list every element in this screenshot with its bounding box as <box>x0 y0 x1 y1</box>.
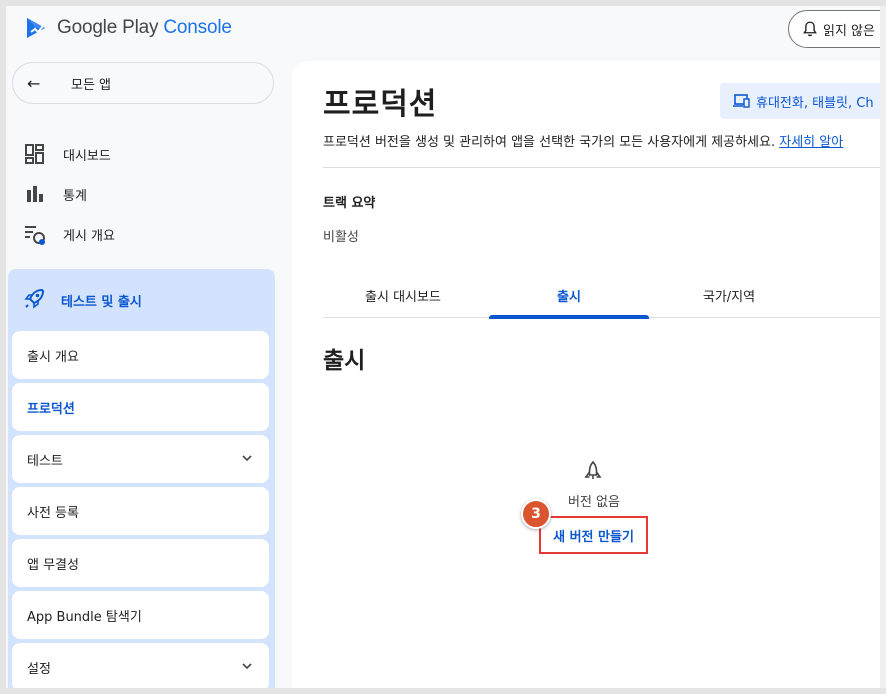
device-chip-label: 휴대전화, 태블릿, Ch <box>756 95 874 111</box>
sidebar-item-settings[interactable]: 설정 <box>12 643 269 688</box>
main-content: 프로덕션 휴대전화, 태블릿, Ch 프로덕션 버전을 생성 및 관리하여 앱을… <box>292 61 886 688</box>
bell-icon <box>803 21 817 37</box>
google-play-console-logo[interactable]: Google Play Console <box>24 16 232 40</box>
sidebar-section-test-and-release: 테스트 및 출시 출시 개요 프로덕션 테스트 사전 등록 앱 무결성 App … <box>8 269 275 688</box>
sub-item-label: App Bundle 탐색기 <box>27 609 142 625</box>
rocket-outline-icon <box>584 460 602 479</box>
section-label: 테스트 및 출시 <box>61 294 142 310</box>
sub-item-label: 프로덕션 <box>27 401 75 417</box>
sidebar-item-production[interactable]: 프로덕션 <box>12 383 269 431</box>
create-new-release-button[interactable]: 새 버전 만들기 <box>539 516 648 554</box>
unread-notifications-button[interactable]: 읽지 않은 <box>788 10 886 48</box>
sub-item-label: 앱 무결성 <box>27 557 79 573</box>
play-console-logo-icon <box>27 18 45 38</box>
sidebar-item-label: 대시보드 <box>63 148 111 164</box>
sidebar-item-release-overview[interactable]: 출시 개요 <box>12 331 269 379</box>
chevron-down-icon <box>242 455 252 462</box>
publishing-overview-icon <box>24 223 46 245</box>
releases-heading: 출시 <box>323 348 366 374</box>
sidebar-item-app-integrity[interactable]: 앱 무결성 <box>12 539 269 587</box>
track-summary-title: 트랙 요약 <box>323 196 376 211</box>
back-button-label: 모든 앱 <box>71 77 112 93</box>
description-text: 프로덕션 버전을 생성 및 관리하여 앱을 선택한 국가의 모든 사용자에게 제… <box>323 135 776 150</box>
arrow-back-icon: ← <box>27 73 41 93</box>
sidebar-item-test-and-release[interactable]: 테스트 및 출시 <box>24 287 142 313</box>
dashboard-icon <box>24 143 46 165</box>
sub-item-label: 설정 <box>27 661 51 677</box>
devices-icon <box>733 94 750 108</box>
sidebar-item-testing[interactable]: 테스트 <box>12 435 269 483</box>
logo-text-google-play: Google Play <box>57 17 159 38</box>
device-filter-chip[interactable]: 휴대전화, 태블릿, Ch <box>720 83 886 119</box>
divider <box>323 167 886 168</box>
chevron-down-icon <box>242 663 252 670</box>
rocket-icon <box>24 287 46 313</box>
sidebar-item-statistics[interactable]: 통계 <box>24 182 87 206</box>
empty-state-text: 버전 없음 <box>568 495 620 510</box>
sub-item-label: 출시 개요 <box>27 349 79 365</box>
top-bar: Google Play Console 읽지 않은 <box>6 6 886 54</box>
logo-text-console: Console <box>163 17 232 38</box>
bar-chart-icon <box>24 183 46 205</box>
sub-item-label: 테스트 <box>27 453 63 469</box>
sidebar-item-app-bundle-explorer[interactable]: App Bundle 탐색기 <box>12 591 269 639</box>
track-status: 비활성 <box>323 230 359 245</box>
tab-releases[interactable]: 출시 <box>489 283 649 319</box>
app-window: Google Play Console 읽지 않은 ← 모든 앱 대시보드 통계 <box>0 0 886 694</box>
sidebar-item-pre-registration[interactable]: 사전 등록 <box>12 487 269 535</box>
window-edge <box>880 6 886 688</box>
step-number-badge: 3 <box>521 499 551 529</box>
sidebar-item-label: 통계 <box>63 188 87 204</box>
sub-item-label: 사전 등록 <box>27 505 79 521</box>
tab-countries-regions[interactable]: 국가/지역 <box>649 283 809 317</box>
page-description: 프로덕션 버전을 생성 및 관리하여 앱을 선택한 국가의 모든 사용자에게 제… <box>323 131 843 150</box>
tab-release-dashboard[interactable]: 출시 대시보드 <box>323 283 483 317</box>
notifications-label: 읽지 않은 <box>823 23 875 39</box>
tab-bar: 출시 대시보드 출시 국가/지역 <box>323 283 886 319</box>
learn-more-link[interactable]: 자세히 알아 <box>779 135 843 150</box>
all-apps-back-button[interactable]: ← 모든 앱 <box>12 62 274 104</box>
page-title: 프로덕션 <box>323 87 438 122</box>
sidebar-item-publishing-overview[interactable]: 게시 개요 <box>24 222 115 246</box>
sidebar-item-label: 게시 개요 <box>63 228 115 244</box>
sidebar-item-dashboard[interactable]: 대시보드 <box>24 142 111 166</box>
